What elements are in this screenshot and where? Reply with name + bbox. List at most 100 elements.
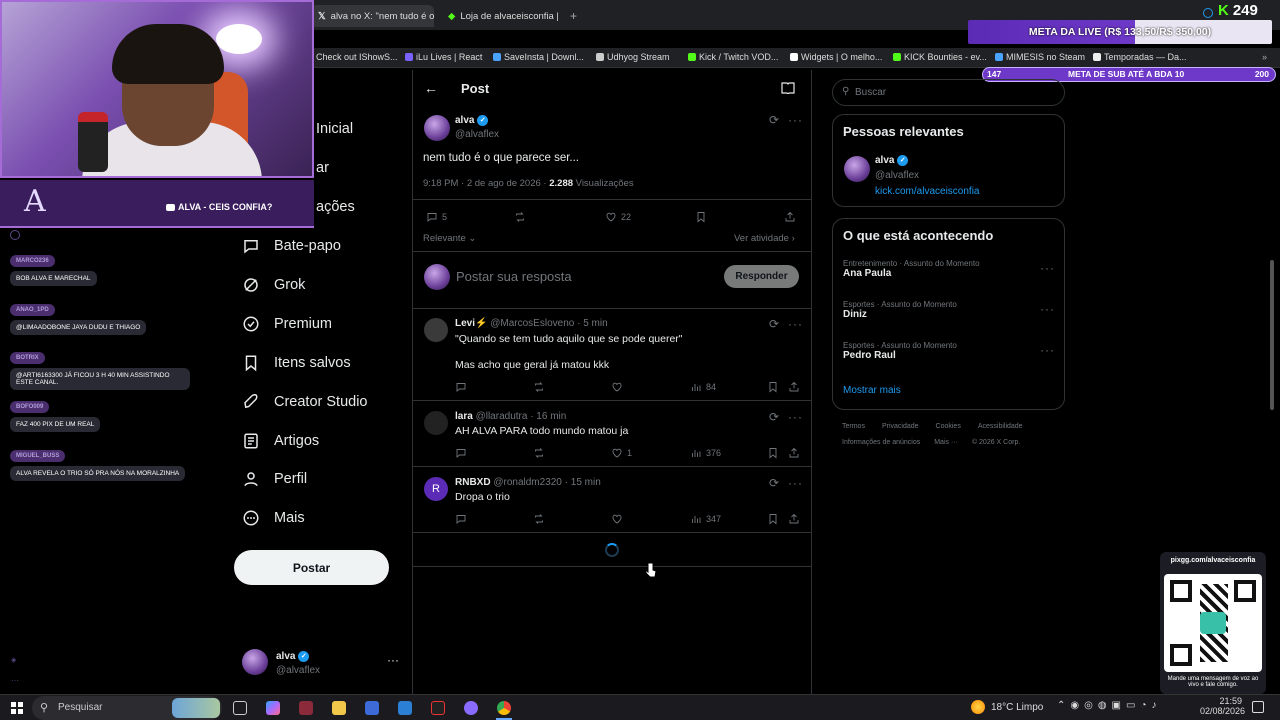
windows-start-icon[interactable] xyxy=(11,702,23,714)
author-handle[interactable]: @alvaflex xyxy=(455,129,499,140)
reader-mode-icon[interactable] xyxy=(781,82,795,94)
tab-active[interactable]: 𝕏 alva no X: "nem tudo é o q xyxy=(310,5,434,27)
bookmark-item[interactable]: Temporadas — Da... xyxy=(1093,52,1187,62)
grok-icon[interactable]: ⟳ xyxy=(769,476,779,490)
discord-icon[interactable] xyxy=(464,701,478,715)
reply-tweet[interactable]: Levi⚡ @MarcosEsloveno · 5 min ⟳ ··· "Qua… xyxy=(412,308,812,401)
nav-item-profile[interactable]: Perfil xyxy=(242,470,307,488)
weather-text[interactable]: 18°C Limpo xyxy=(991,702,1043,713)
reply-action[interactable] xyxy=(455,381,467,393)
author-name[interactable]: alva ✓ xyxy=(455,115,489,126)
share-action[interactable] xyxy=(788,513,800,525)
share-action[interactable] xyxy=(784,211,796,223)
nav-item-notifications[interactable]: ações xyxy=(316,199,355,215)
footer-link[interactable]: Privacidade xyxy=(882,423,919,430)
search-input[interactable]: ⚲ Buscar xyxy=(832,79,1065,106)
scrollbar-thumb[interactable] xyxy=(1270,260,1274,410)
tab-store[interactable]: ◆ Loja de alvaceisconfia | O xyxy=(440,5,560,27)
share-action[interactable] xyxy=(788,381,800,393)
nav-item-home[interactable]: Inicial xyxy=(316,121,353,137)
more-icon[interactable]: ··· xyxy=(788,410,803,424)
new-tab-button[interactable]: + xyxy=(562,5,585,27)
account-switcher[interactable]: alva ✓ @alvaflex ··· xyxy=(242,649,402,679)
notification-icon[interactable] xyxy=(1252,701,1264,713)
system-tray-icons[interactable]: ⌃◉◎◍▣▭◔♪ xyxy=(1057,700,1162,711)
share-action[interactable] xyxy=(788,447,800,459)
grok-icon[interactable]: ⟳ xyxy=(769,410,779,424)
trend-item[interactable]: Entretenimento · Assunto do Momento Ana P… xyxy=(843,259,1055,279)
reply-tweet[interactable]: lara @llaradutra · 16 min ⟳ ··· AH ALVA … xyxy=(412,401,812,467)
copilot-icon[interactable] xyxy=(266,701,280,715)
mail-icon[interactable] xyxy=(398,701,412,715)
nav-item-articles[interactable]: Artigos xyxy=(242,432,319,450)
repost-action[interactable] xyxy=(533,381,545,393)
obs-icon[interactable] xyxy=(431,701,445,715)
reply-action[interactable] xyxy=(455,513,467,525)
person-handle[interactable]: @alvaflex xyxy=(875,170,919,181)
nav-item-bookmarks[interactable]: Itens salvos xyxy=(242,354,351,372)
reply-action[interactable]: 5 xyxy=(426,211,447,223)
person-link[interactable]: kick.com/alvaceisconfia xyxy=(875,186,979,197)
repost-action[interactable] xyxy=(533,513,545,525)
more-icon[interactable]: ··· xyxy=(788,317,803,331)
show-more-link[interactable]: Mostrar mais xyxy=(843,385,901,396)
bookmark-item[interactable]: Widgets | O melho... xyxy=(790,52,882,62)
views-action[interactable]: 347 xyxy=(690,513,721,525)
app-icon[interactable] xyxy=(299,701,313,715)
nav-item-creator-studio[interactable]: Creator Studio xyxy=(242,393,368,411)
avatar[interactable]: R xyxy=(424,477,448,501)
post-button[interactable]: Postar xyxy=(234,550,389,585)
avatar[interactable] xyxy=(424,318,448,342)
views-action[interactable]: 376 xyxy=(690,447,721,459)
bookmark-item[interactable]: Udhyog Stream xyxy=(596,52,670,62)
footer-link[interactable]: Acessibilidade xyxy=(978,423,1023,430)
like-action[interactable]: 1 xyxy=(611,447,632,459)
sort-dropdown[interactable]: Relevante ⌄ xyxy=(423,233,476,244)
bookmarks-overflow-icon[interactable]: » xyxy=(1262,52,1267,62)
bookmark-action[interactable] xyxy=(767,381,779,393)
bookmark-item[interactable]: MIMESIS no Steam xyxy=(995,52,1085,62)
grok-icon[interactable]: ⟳ xyxy=(769,317,779,331)
bookmark-item[interactable]: iLu Lives | React xyxy=(405,52,482,62)
reply-input[interactable]: Postar sua resposta xyxy=(456,269,572,284)
like-action[interactable]: 22 xyxy=(605,211,631,223)
store-icon[interactable] xyxy=(365,701,379,715)
reply-button[interactable]: Responder xyxy=(724,265,799,288)
more-icon[interactable]: ··· xyxy=(788,476,803,490)
repost-action[interactable] xyxy=(533,447,545,459)
nav-item-premium[interactable]: Premium xyxy=(242,315,332,333)
bookmark-action[interactable] xyxy=(767,513,779,525)
view-activity-link[interactable]: Ver atividade › xyxy=(734,233,795,244)
back-arrow-icon[interactable]: ← xyxy=(424,80,438,96)
bookmark-item[interactable]: SaveInsta | Downl... xyxy=(493,52,584,62)
author-avatar[interactable] xyxy=(424,115,450,141)
like-action[interactable] xyxy=(611,381,627,393)
account-more-icon[interactable]: ··· xyxy=(387,653,399,667)
footer-link[interactable]: Termos xyxy=(842,423,865,430)
views-action[interactable]: 84 xyxy=(690,381,716,393)
footer-link[interactable]: Cookies xyxy=(936,423,961,430)
footer-link[interactable]: Informações de anúncios xyxy=(842,439,920,446)
bookmark-action[interactable] xyxy=(695,211,707,223)
footer-link[interactable]: Mais ··· xyxy=(934,439,958,446)
clock[interactable]: 21:59 02/08/2026 xyxy=(1200,696,1245,716)
bookmark-item[interactable]: KICK Bounties - ev... xyxy=(893,52,987,62)
chrome-icon[interactable] xyxy=(497,701,511,715)
taskbar-search[interactable]: ⚲ Pesquisar xyxy=(32,696,222,720)
grok-icon[interactable]: ⟳ xyxy=(769,113,779,127)
file-explorer-icon[interactable] xyxy=(332,701,346,715)
nav-item-grok[interactable]: Grok xyxy=(242,276,305,294)
bookmark-action[interactable] xyxy=(767,447,779,459)
nav-item-chat[interactable]: Bate-papo xyxy=(242,237,341,255)
reply-tweet[interactable]: R RNBXD @ronaldm2320 · 15 min ⟳ ··· Drop… xyxy=(412,467,812,533)
reply-action[interactable] xyxy=(455,447,467,459)
bookmark-item[interactable]: Kick / Twitch VOD... xyxy=(688,52,778,62)
person-name[interactable]: alva ✓ xyxy=(875,155,909,166)
avatar[interactable] xyxy=(844,156,870,182)
nav-item-explore[interactable]: ar xyxy=(316,160,329,176)
task-view-icon[interactable] xyxy=(233,701,247,715)
bookmark-item[interactable]: Check out IShowS... xyxy=(316,52,398,62)
like-action[interactable] xyxy=(611,513,627,525)
repost-action[interactable] xyxy=(514,211,526,223)
avatar[interactable] xyxy=(424,411,448,435)
